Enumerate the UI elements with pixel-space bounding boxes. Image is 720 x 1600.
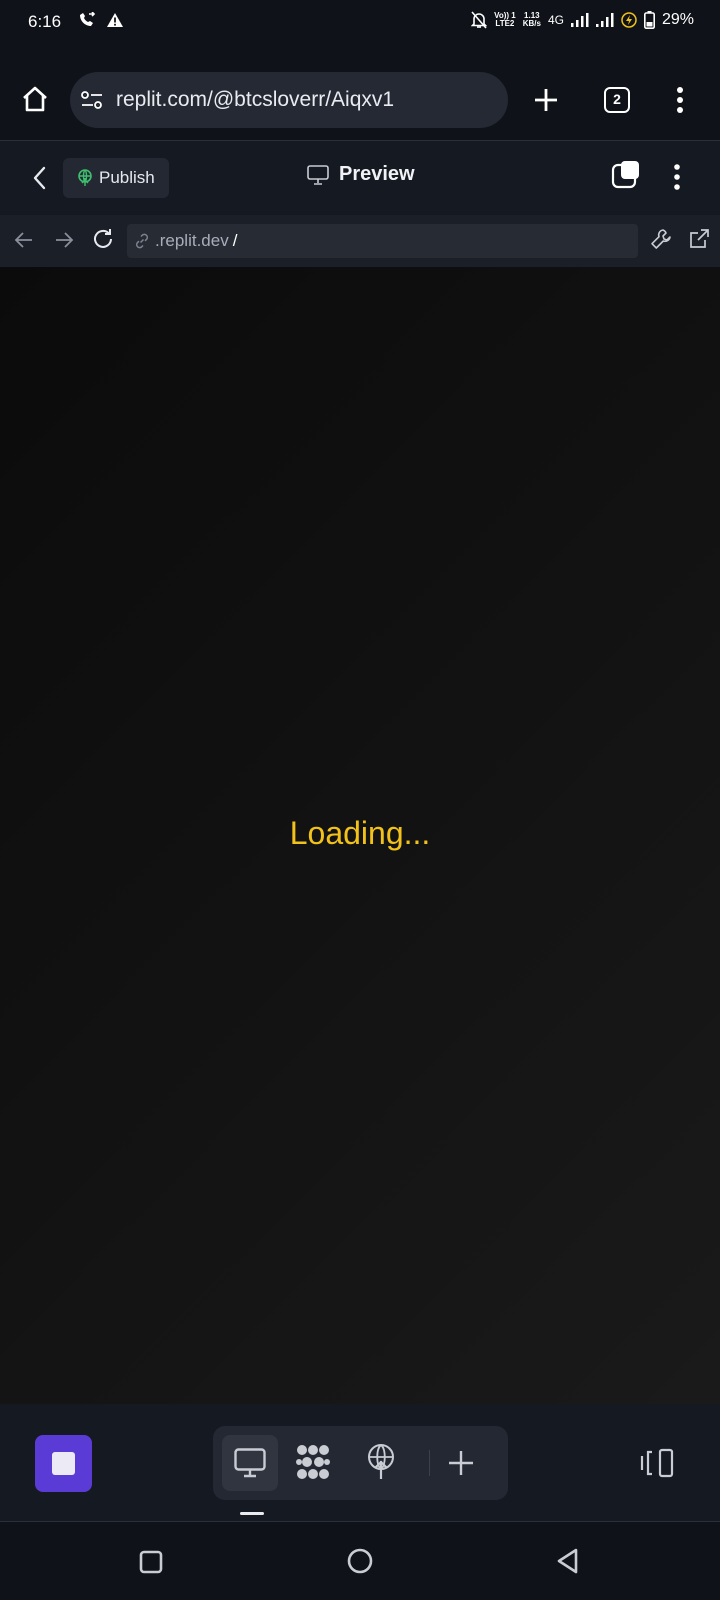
- signal-icon-sim2: [595, 13, 614, 27]
- network-type: 4G: [547, 13, 564, 27]
- recents-icon[interactable]: [139, 1550, 163, 1574]
- app-menu-icon[interactable]: [672, 163, 682, 191]
- preview-viewport[interactable]: Loading...: [0, 267, 720, 1404]
- bottom-toolbar: [0, 1404, 720, 1522]
- nav-back-arrow-icon[interactable]: [13, 229, 35, 251]
- status-bar: 6:16 Vo)) 1 LTE2 1.13 KB/s 4G 29%: [0, 0, 720, 46]
- browser-menu-icon[interactable]: [675, 86, 685, 114]
- volte-indicator: Vo)) 1 LTE2: [494, 11, 516, 28]
- tool-preview-button[interactable]: [222, 1435, 278, 1491]
- devtools-wrench-icon[interactable]: [650, 228, 672, 250]
- active-tool-indicator: [240, 1512, 264, 1515]
- battery-icon: [643, 11, 655, 29]
- address-bar[interactable]: replit.com/@btcsloverr/Aiqxv1: [70, 72, 508, 128]
- battery-saver-icon: [621, 12, 637, 28]
- preview-address-field[interactable]: .replit.dev /: [127, 224, 638, 258]
- monitor-icon: [307, 164, 329, 185]
- home-icon[interactable]: [20, 84, 50, 114]
- add-tool-icon[interactable]: [447, 1449, 475, 1477]
- publish-label: Publish: [99, 168, 155, 187]
- tool-switcher: [213, 1426, 508, 1500]
- preview-title: Preview: [307, 163, 415, 186]
- preview-label: Preview: [339, 163, 415, 185]
- agent-icon[interactable]: [295, 1444, 331, 1480]
- url-text: replit.com/@btcsloverr/Aiqxv1: [116, 88, 395, 111]
- back-chevron-icon[interactable]: [30, 165, 50, 191]
- status-time: 6:16: [28, 12, 62, 31]
- deploy-globe-icon[interactable]: [366, 1444, 396, 1480]
- tab-switcher-button[interactable]: 2: [604, 87, 630, 113]
- preview-address-text: .replit.dev: [155, 231, 229, 250]
- warning-icon: [106, 12, 124, 28]
- layout-toggle-icon[interactable]: [640, 1448, 676, 1478]
- stop-icon: [52, 1452, 75, 1475]
- notifications-off-icon: [471, 11, 488, 29]
- publish-globe-icon: [77, 169, 93, 187]
- open-external-icon[interactable]: [688, 228, 710, 250]
- status-left-icons: [78, 12, 124, 28]
- back-triangle-icon[interactable]: [556, 1548, 580, 1574]
- system-navigation-bar: [0, 1522, 720, 1600]
- signal-icon-sim1: [570, 13, 589, 27]
- monitor-icon: [234, 1448, 266, 1478]
- status-right-icons: Vo)) 1 LTE2 1.13 KB/s 4G 29%: [471, 11, 694, 29]
- replit-header: Publish Preview: [0, 141, 720, 215]
- publish-button[interactable]: Publish: [63, 158, 169, 198]
- loading-text: Loading...: [289, 815, 431, 851]
- data-speed: 1.13 KB/s: [522, 11, 541, 28]
- battery-percent: 29%: [661, 11, 694, 28]
- call-forward-icon: [78, 12, 96, 28]
- preview-navigation: .replit.dev /: [0, 215, 720, 267]
- tool-separator: [429, 1450, 430, 1476]
- home-circle-icon[interactable]: [347, 1548, 373, 1574]
- link-icon: [133, 232, 151, 250]
- preview-address-slash: /: [232, 231, 238, 250]
- window-switch-icon[interactable]: [611, 159, 641, 189]
- reload-icon[interactable]: [91, 227, 115, 251]
- browser-toolbar: replit.com/@btcsloverr/Aiqxv1 2: [0, 62, 720, 138]
- stop-button[interactable]: [35, 1435, 92, 1492]
- site-settings-icon[interactable]: [80, 90, 104, 110]
- new-tab-icon[interactable]: [532, 86, 560, 114]
- nav-forward-arrow-icon[interactable]: [53, 229, 75, 251]
